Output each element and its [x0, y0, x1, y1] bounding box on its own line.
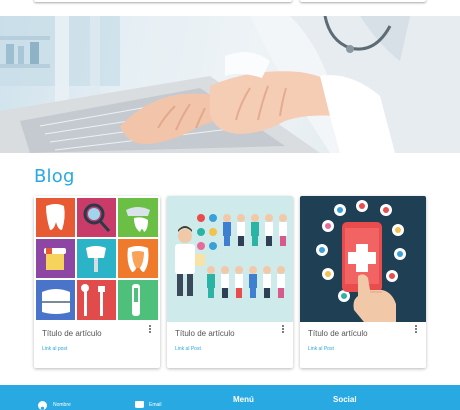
article-title: Título de artículo [42, 329, 102, 338]
dental-illustration[interactable] [34, 196, 160, 322]
top-card [34, 0, 292, 2]
article-title: Título de artículo [308, 329, 368, 338]
blog-heading: Blog [34, 166, 75, 187]
more-options-icon[interactable] [281, 325, 285, 337]
footer: Nombre Email Menú Social [0, 385, 460, 410]
blog-card-3[interactable]: Título de artículo Link al Post [300, 196, 426, 368]
user-icon [38, 401, 47, 410]
footer-social-heading: Social [333, 395, 357, 404]
article-title: Título de artículo [175, 329, 235, 338]
more-options-icon[interactable] [148, 325, 152, 337]
footer-menu-heading: Menú [233, 395, 254, 404]
name-field-label[interactable]: Nombre [53, 402, 71, 408]
mail-icon [135, 401, 144, 410]
article-link[interactable]: Link al Post [308, 346, 334, 352]
health-app-illustration[interactable] [300, 196, 426, 322]
medical-staff-illustration[interactable] [167, 196, 293, 322]
article-link[interactable]: Link al post [42, 346, 67, 352]
email-field-label[interactable]: Email [149, 402, 162, 408]
article-link[interactable]: Link al Post [175, 346, 201, 352]
top-card [300, 0, 426, 2]
hero-image [0, 16, 460, 153]
page: Blog Título de artículo Link al post Tít… [0, 0, 460, 410]
more-options-icon[interactable] [414, 325, 418, 337]
blog-card-1[interactable]: Título de artículo Link al post [34, 196, 160, 368]
top-section [0, 0, 460, 16]
blog-card-2[interactable]: Título de artículo Link al Post [167, 196, 293, 368]
